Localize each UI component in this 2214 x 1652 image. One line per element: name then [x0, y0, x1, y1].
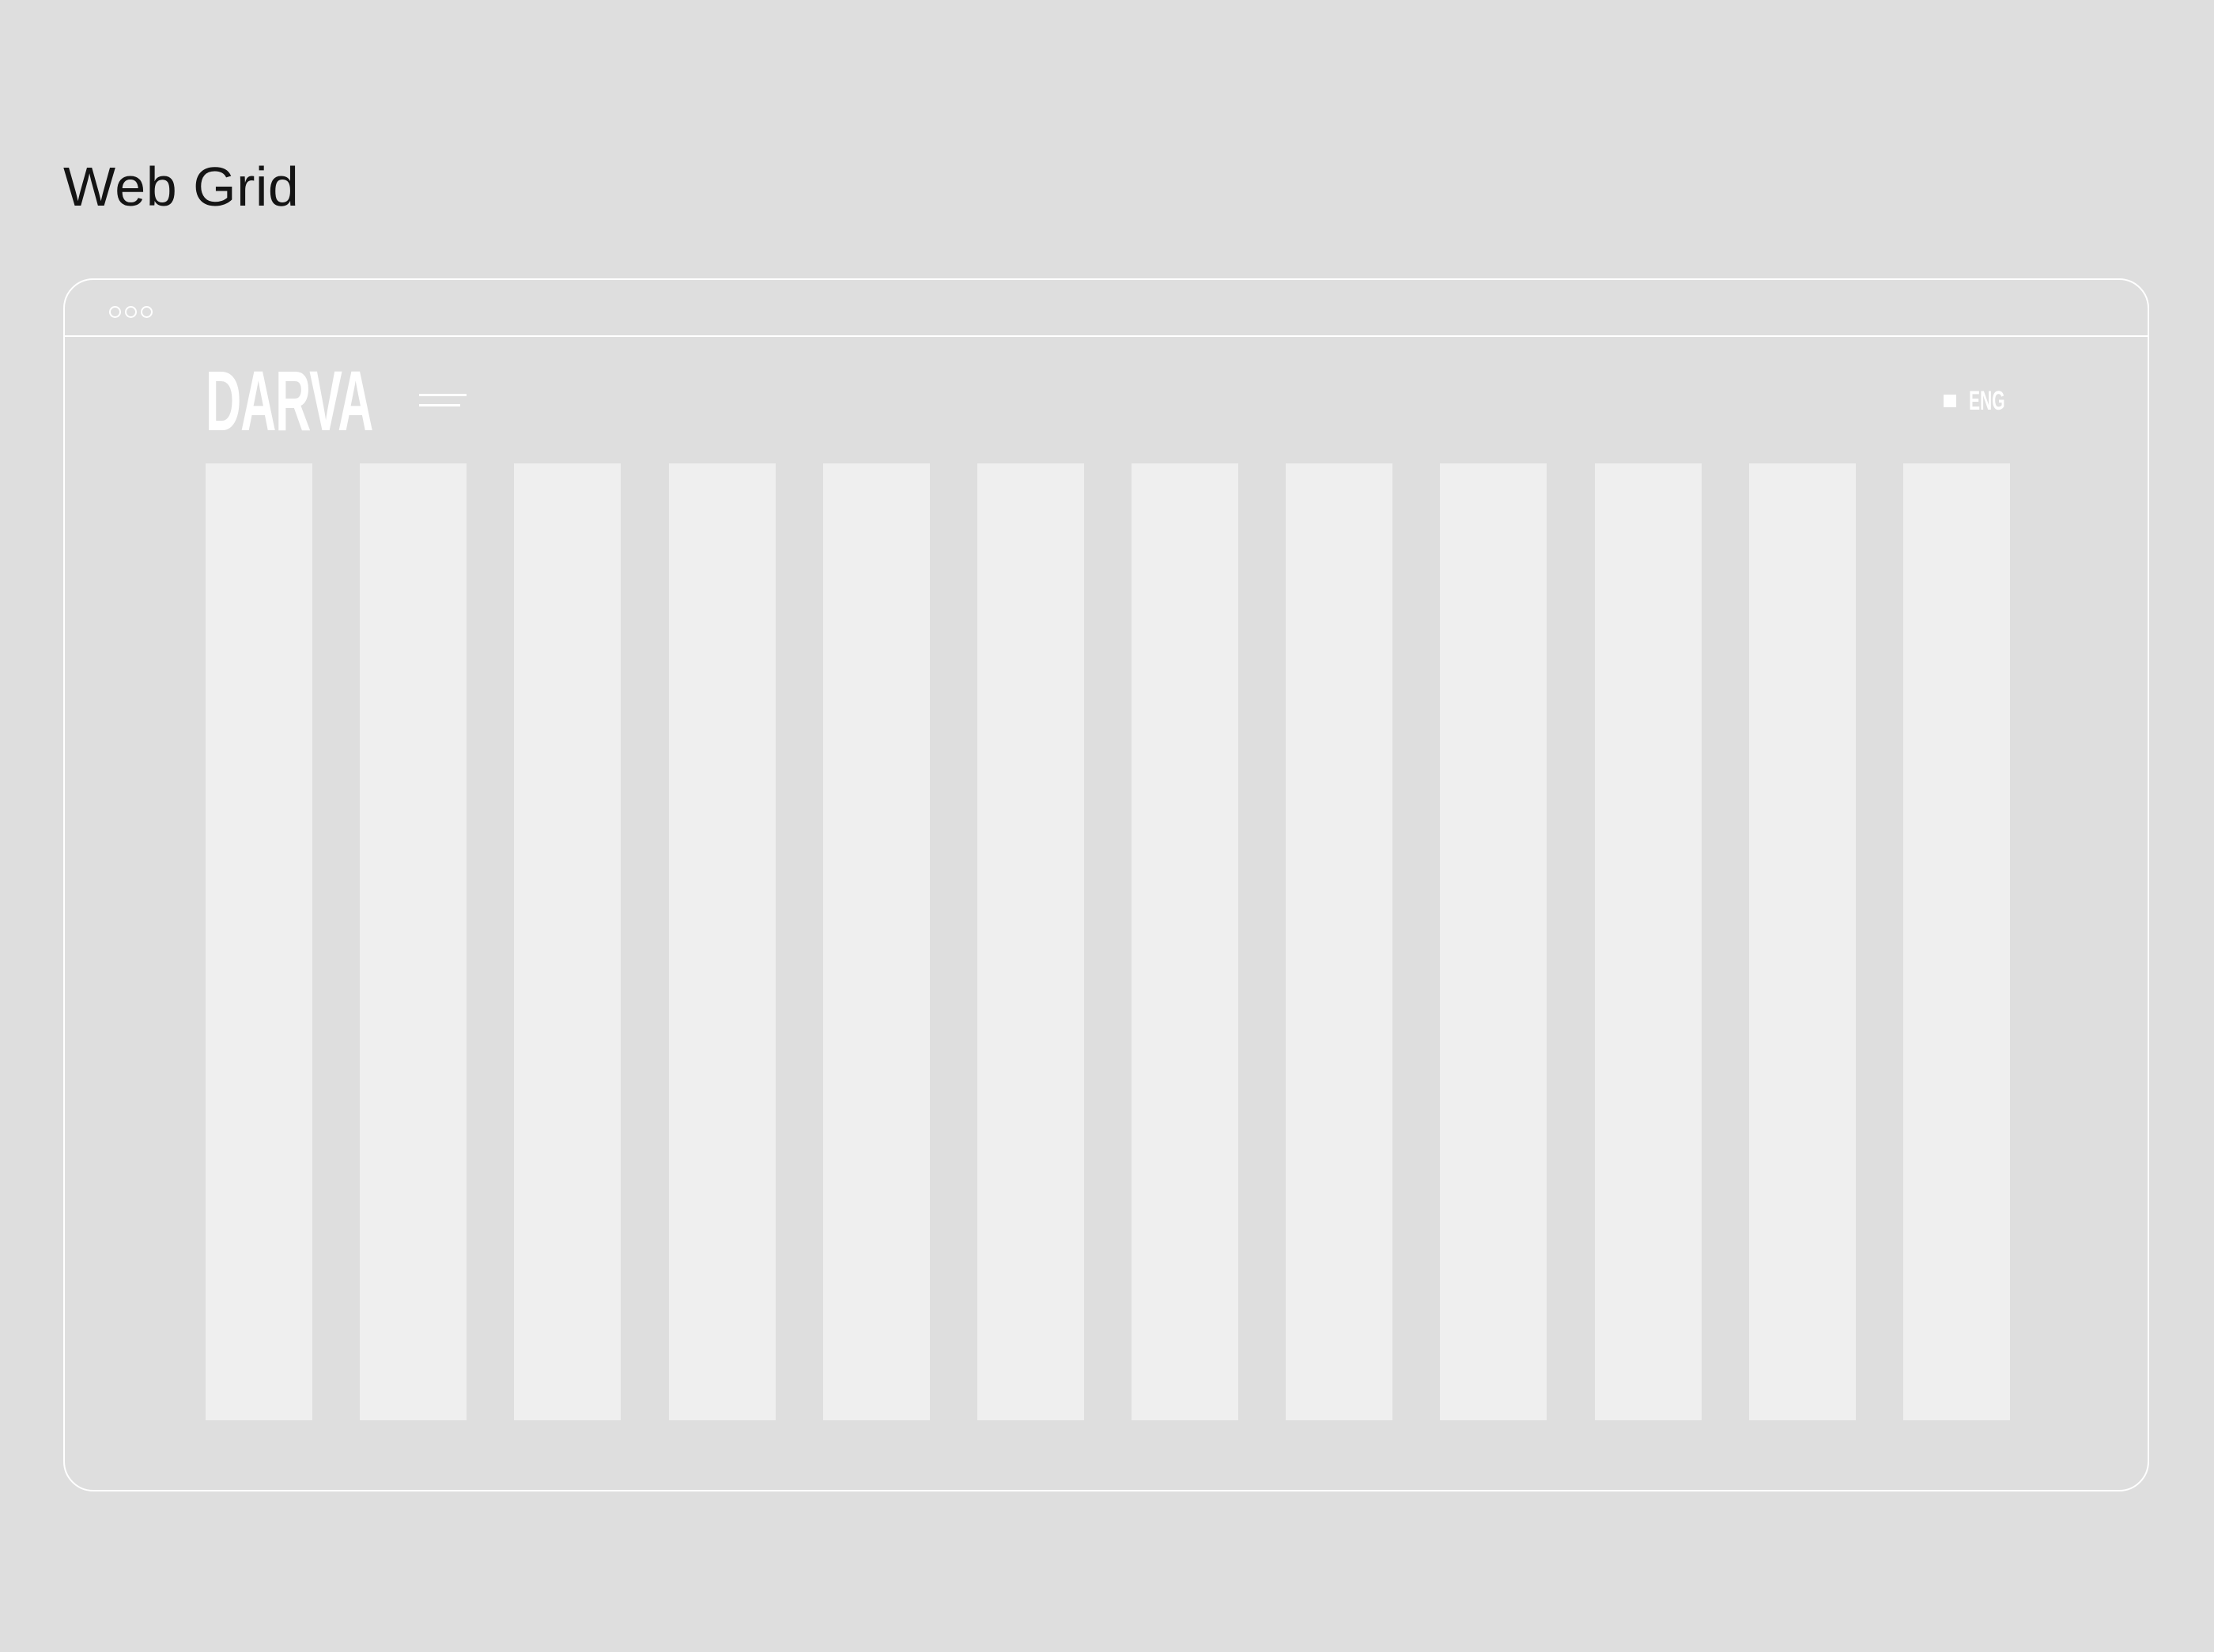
window-dot-icon [125, 306, 137, 318]
browser-titlebar [65, 280, 2148, 337]
grid-column [822, 463, 930, 1420]
grid-column [668, 463, 776, 1420]
language-label: ENG [1969, 386, 2005, 416]
language-switcher[interactable]: ENG [1944, 387, 2007, 414]
menu-line [419, 404, 460, 406]
grid-column [1440, 463, 1547, 1420]
hamburger-menu-icon[interactable] [419, 394, 467, 408]
grid-column [360, 463, 467, 1420]
darva-logo[interactable]: DARVA [206, 358, 373, 444]
grid-column [206, 463, 312, 1420]
browser-window-mockup: DARVA ENG [63, 278, 2149, 1491]
grid-column [1748, 463, 1856, 1420]
grid-column [1132, 463, 1239, 1420]
window-dot-icon [109, 306, 121, 318]
grid-column [1902, 463, 2010, 1420]
grid-column [514, 463, 622, 1420]
column-grid [206, 463, 2010, 1420]
page: Web Grid DARVA ENG [0, 0, 2214, 1652]
grid-column [1286, 463, 1393, 1420]
window-dot-icon [141, 306, 153, 318]
menu-line [419, 394, 467, 396]
grid-column [1594, 463, 1702, 1420]
page-title: Web Grid [63, 156, 300, 217]
square-icon [1944, 395, 1956, 407]
grid-column [977, 463, 1084, 1420]
